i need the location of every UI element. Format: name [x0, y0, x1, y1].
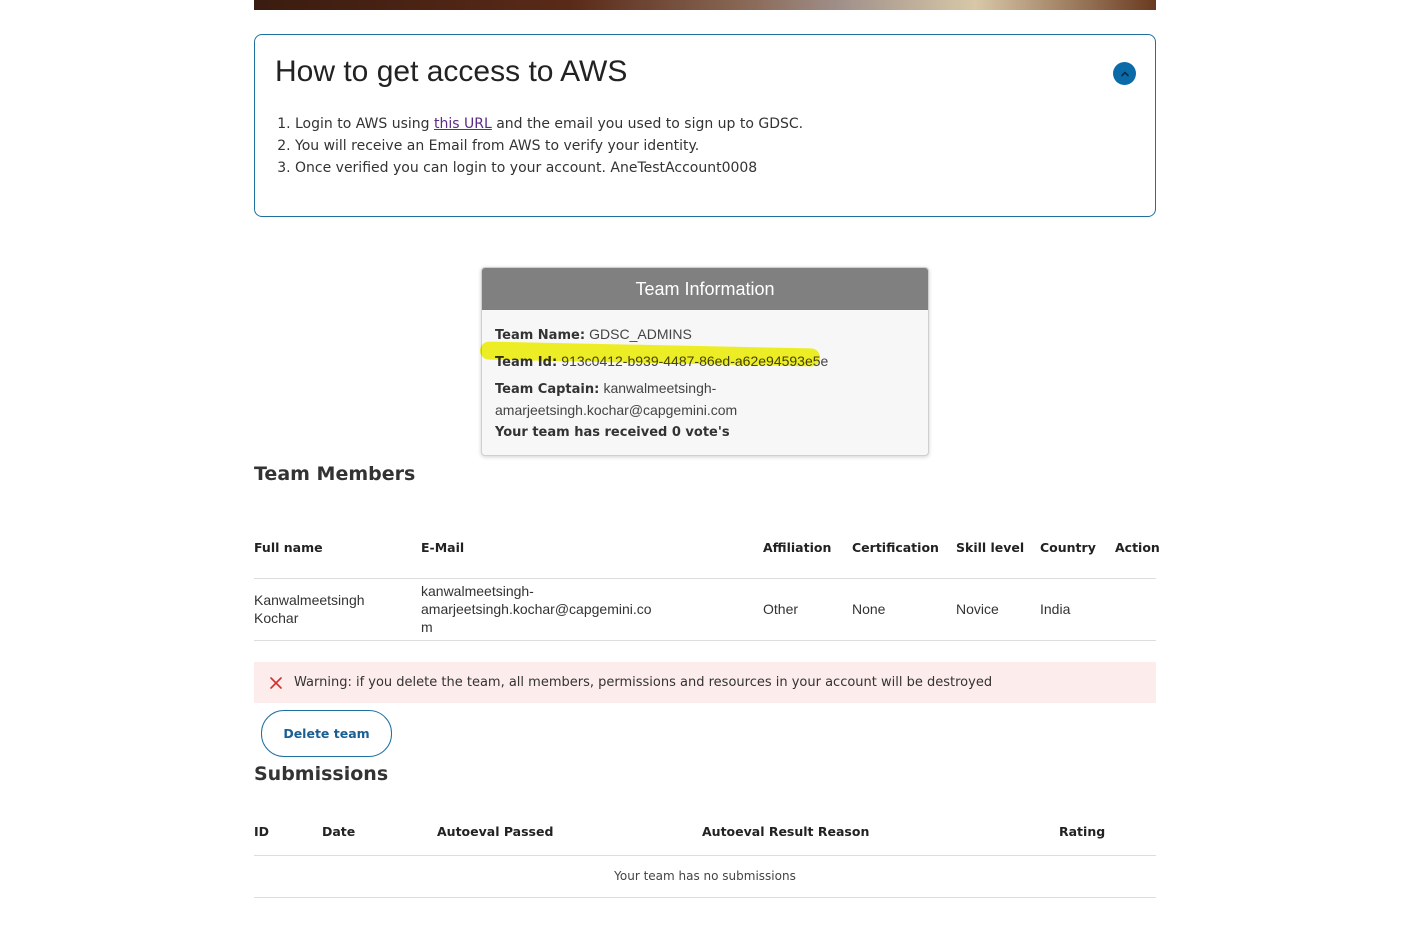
team-id-label: Team Id:: [495, 355, 558, 370]
close-icon: [268, 675, 284, 691]
submissions-header-row: ID Date Autoeval Passed Autoeval Result …: [254, 808, 1156, 856]
members-header-row: Full name E-Mail Affiliation Certificati…: [254, 518, 1160, 579]
step-2: You will receive an Email from AWS to ve…: [295, 135, 803, 157]
step-1: Login to AWS using this URL and the emai…: [295, 113, 803, 135]
step-3: Once verified you can login to your acco…: [295, 157, 803, 179]
team-captain-row: Team Captain: kanwalmeetsingh-amarjeetsi…: [495, 378, 915, 422]
team-name-value: GDSC_ADMINS: [589, 326, 692, 342]
chevron-up-icon: [1120, 71, 1129, 76]
col-certification[interactable]: Certification: [852, 518, 956, 579]
team-members-heading: Team Members: [254, 463, 416, 485]
warning-text: Warning: if you delete the team, all mem…: [294, 675, 993, 690]
col-affiliation[interactable]: Affiliation: [763, 518, 852, 579]
col-full-name[interactable]: Full name: [254, 518, 421, 579]
delete-warning-banner: Warning: if you delete the team, all mem…: [254, 662, 1156, 703]
col-rating[interactable]: Rating: [1059, 808, 1156, 856]
col-skill-level[interactable]: Skill level: [956, 518, 1040, 579]
aws-access-title: How to get access to AWS: [275, 55, 628, 88]
table-row: Your team has no submissions: [254, 855, 1156, 898]
hero-image-strip: [254, 0, 1156, 10]
no-submissions-message: Your team has no submissions: [254, 855, 1156, 898]
member-skill-level: Novice: [956, 578, 1040, 641]
member-certification: None: [852, 578, 956, 641]
col-email[interactable]: E-Mail: [421, 518, 763, 579]
team-votes: Your team has received 0 vote's: [495, 425, 730, 440]
aws-access-card: How to get access to AWS Login to AWS us…: [254, 34, 1156, 217]
member-email: kanwalmeetsingh-amarjeetsingh.kochar@cap…: [421, 578, 763, 641]
team-info-card: Team Information Team Name: GDSC_ADMINS …: [481, 267, 929, 456]
collapse-button[interactable]: [1113, 62, 1136, 85]
submissions-heading: Submissions: [254, 763, 389, 785]
team-id-value: 913c0412-b939-4487-86ed-a62e94593e5e: [561, 353, 829, 369]
col-id[interactable]: ID: [254, 808, 322, 856]
member-full-name: Kanwalmeetsingh Kochar: [254, 578, 421, 641]
team-captain-label: Team Captain:: [495, 382, 600, 397]
team-name-label: Team Name:: [495, 328, 586, 343]
member-affiliation: Other: [763, 578, 852, 641]
submissions-table: ID Date Autoeval Passed Autoeval Result …: [254, 808, 1156, 898]
col-action[interactable]: Action: [1115, 518, 1160, 579]
col-autoeval-passed[interactable]: Autoeval Passed: [437, 808, 702, 856]
member-action[interactable]: [1115, 578, 1156, 641]
delete-team-button[interactable]: Delete team: [261, 710, 392, 757]
table-row: Kanwalmeetsingh Kochar kanwalmeetsingh-a…: [254, 578, 1156, 641]
col-country[interactable]: Country: [1040, 518, 1115, 579]
access-steps-list: Login to AWS using this URL and the emai…: [295, 113, 803, 179]
col-date[interactable]: Date: [322, 808, 437, 856]
member-country: India: [1040, 578, 1115, 641]
team-info-header: Team Information: [482, 268, 928, 310]
team-name-row: Team Name: GDSC_ADMINS: [495, 324, 915, 346]
col-autoeval-reason[interactable]: Autoeval Result Reason: [702, 808, 1059, 856]
team-id-row: Team Id: 913c0412-b939-4487-86ed-a62e945…: [495, 351, 915, 373]
aws-url-link[interactable]: this URL: [434, 116, 492, 132]
team-members-table: Full name E-Mail Affiliation Certificati…: [254, 518, 1160, 641]
